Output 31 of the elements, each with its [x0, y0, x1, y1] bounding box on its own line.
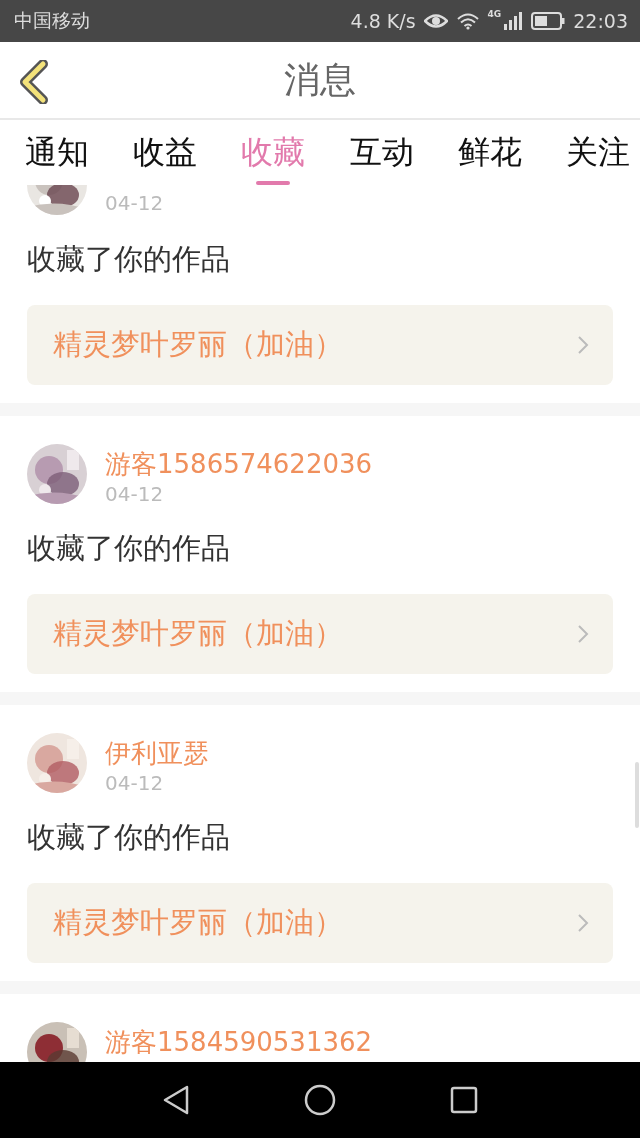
tab[interactable]: 鲜花	[457, 120, 522, 185]
message-text: 收藏了你的作品	[27, 819, 230, 856]
user-name[interactable]: 游客1584590531362	[105, 1026, 373, 1058]
network-type: 4G	[487, 9, 502, 19]
message-text: 收藏了你的作品	[27, 530, 230, 567]
wifi-icon	[455, 12, 480, 30]
page-title: 消息	[284, 57, 356, 102]
battery-icon	[531, 12, 566, 30]
work-link[interactable]: 精灵梦叶罗丽（加油）	[27, 305, 613, 385]
scroll-indicator	[635, 762, 639, 828]
work-link[interactable]: 精灵梦叶罗丽（加油）	[27, 883, 613, 963]
network-speed: 4.8 K/s	[350, 10, 416, 32]
work-link[interactable]: 精灵梦叶罗丽（加油）	[27, 594, 613, 674]
user-name[interactable]: 游客1586574622036	[105, 448, 373, 480]
chevron-right-icon	[577, 913, 589, 933]
chevron-right-icon	[577, 335, 589, 355]
message-date: 04-12	[105, 191, 164, 215]
user-name[interactable]: 伊利亚瑟	[105, 737, 209, 769]
signal-icon	[503, 12, 524, 30]
chevron-right-icon	[577, 624, 589, 644]
tab[interactable]: 互动	[349, 120, 414, 185]
tab[interactable]: 通知	[25, 120, 89, 185]
tab[interactable]: 收益	[133, 120, 198, 185]
message-date: 04-12	[105, 771, 165, 795]
eye-icon	[423, 13, 448, 29]
tab[interactable]: 关注	[565, 120, 630, 185]
message-date: 04-12	[105, 482, 165, 506]
message-text: 收藏了你的作品	[27, 241, 230, 278]
tab[interactable]: 收藏	[241, 120, 306, 185]
clock-time: 22:03	[573, 10, 628, 32]
carrier-name: 中国移动	[14, 8, 91, 33]
